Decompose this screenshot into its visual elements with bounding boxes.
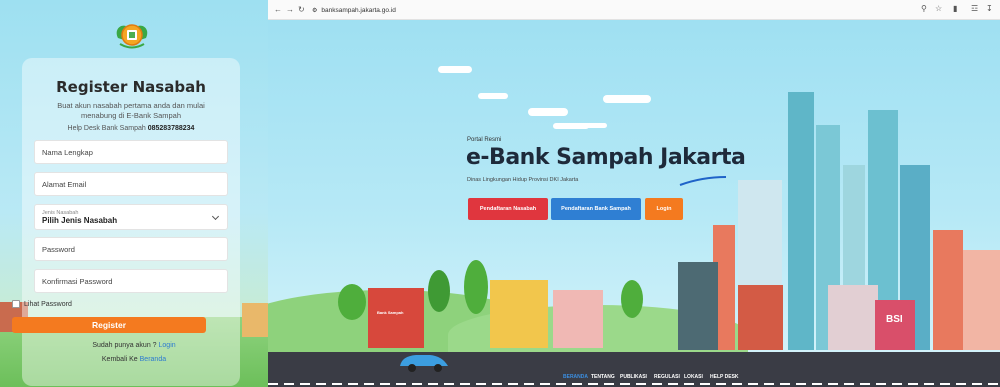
- login-button[interactable]: Login: [645, 198, 683, 220]
- extensions-icon[interactable]: ▮: [953, 4, 957, 13]
- hero-title: e-Bank Sampah Jakarta: [466, 145, 746, 170]
- tree-illustration: [428, 270, 450, 312]
- building-illustration: [678, 262, 718, 350]
- tree-illustration: [464, 260, 488, 314]
- show-password-row[interactable]: Lihat Password: [12, 300, 72, 308]
- back-arrow-icon[interactable]: ←: [274, 5, 282, 14]
- building-illustration: [933, 230, 963, 350]
- address-bar[interactable]: ⚙ banksampah.jakarta.go.id: [312, 4, 912, 16]
- building-illustration: [963, 250, 1000, 350]
- customer-type-select[interactable]: Jenis Nasabah Pilih Jenis Nasabah: [34, 204, 228, 230]
- road: [268, 352, 1000, 387]
- login-prompt-text: Sudah punya akun ?: [92, 342, 157, 349]
- tree-illustration: [338, 284, 366, 320]
- portal-label: Portal Resmi: [467, 137, 502, 143]
- car-illustration: [400, 355, 448, 372]
- back-prompt-text: Kembali Ke: [101, 356, 138, 363]
- bank-sampah-sign: Bank Sampah: [377, 310, 404, 315]
- menu-lokasi[interactable]: LOKASI: [684, 374, 703, 380]
- bsi-sign: BSI: [886, 314, 903, 325]
- cloud: [528, 108, 568, 116]
- chevron-down-icon: [211, 212, 220, 221]
- browser-toolbar: ← → ↻ ⚙ banksampah.jakarta.go.id ⚲ ☆ ▮ ☲…: [268, 0, 1000, 20]
- swoosh-decoration: [679, 176, 727, 186]
- house-illustration: [553, 290, 603, 348]
- email-placeholder: Alamat Email: [42, 179, 87, 189]
- home-link[interactable]: Beranda: [140, 356, 166, 363]
- helpdesk-number: 085283788234: [147, 125, 195, 132]
- house-illustration: [490, 280, 548, 348]
- register-bank-button[interactable]: Pendaftaran Bank Sampah: [551, 198, 641, 220]
- register-panel: Register Nasabah Buat akun nasabah perta…: [0, 0, 268, 387]
- bsi-building: BSI: [875, 300, 915, 350]
- menu-beranda[interactable]: BERANDA: [563, 374, 588, 380]
- menu-regulasi[interactable]: REGULASI: [654, 374, 680, 380]
- register-title: Register Nasabah: [56, 78, 206, 96]
- back-prompt: Kembali Ke Beranda: [0, 356, 268, 363]
- reload-icon[interactable]: ↻: [298, 5, 305, 14]
- zoom-icon[interactable]: ⚲: [921, 4, 927, 13]
- email-field[interactable]: Alamat Email: [34, 172, 228, 196]
- menu-tentang[interactable]: TENTANG: [591, 374, 615, 380]
- hero-subtitle: Dinas Lingkungan Hidup Provinsi DKI Jaka…: [467, 177, 579, 183]
- building-illustration: [738, 285, 783, 350]
- site-info-icon[interactable]: ⚙: [312, 7, 317, 14]
- show-password-label: Lihat Password: [24, 300, 72, 308]
- password-field[interactable]: Password: [34, 237, 228, 261]
- bank-sampah-house: Bank Sampah: [368, 288, 424, 348]
- forward-arrow-icon[interactable]: →: [286, 5, 294, 14]
- password-placeholder: Password: [42, 244, 75, 254]
- menu-help-desk[interactable]: HELP DESK: [710, 374, 739, 380]
- register-customer-button[interactable]: Pendaftaran Nasabah: [468, 198, 548, 220]
- download-icon[interactable]: ↧: [986, 4, 993, 13]
- helpdesk-text: Help Desk Bank Sampah 085283788234: [22, 125, 240, 132]
- helpdesk-label: Help Desk Bank Sampah: [67, 125, 146, 132]
- register-button[interactable]: Register: [12, 317, 206, 333]
- cloud: [603, 95, 651, 103]
- customer-type-value: Pilih Jenis Nasabah: [42, 215, 118, 225]
- bank-sampah-logo: [116, 24, 148, 49]
- star-icon[interactable]: ☆: [935, 4, 942, 13]
- landing-panel: ← → ↻ ⚙ banksampah.jakarta.go.id ⚲ ☆ ▮ ☲…: [268, 0, 1000, 387]
- house-illustration: [242, 303, 268, 337]
- url-text: banksampah.jakarta.go.id: [321, 6, 396, 14]
- menu-publikasi[interactable]: PUBLIKASI: [620, 374, 647, 380]
- cloud: [583, 123, 607, 128]
- confirm-password-field[interactable]: Konfirmasi Password: [34, 269, 228, 293]
- screen: Register Nasabah Buat akun nasabah perta…: [0, 0, 1000, 387]
- tree-illustration: [621, 280, 643, 318]
- login-link[interactable]: Login: [159, 342, 176, 349]
- building-illustration: [788, 92, 814, 350]
- register-description: Buat akun nasabah pertama anda dan mulai…: [57, 101, 205, 120]
- login-prompt: Sudah punya akun ? Login: [0, 342, 268, 349]
- road-lines: [268, 383, 1000, 385]
- name-field[interactable]: Nama Lengkap: [34, 140, 228, 164]
- translate-icon[interactable]: ☲: [971, 4, 978, 13]
- show-password-checkbox[interactable]: [12, 300, 20, 308]
- confirm-password-placeholder: Konfirmasi Password: [42, 276, 113, 286]
- name-placeholder: Nama Lengkap: [42, 147, 93, 157]
- cloud: [478, 93, 508, 99]
- cloud: [438, 66, 472, 73]
- building-illustration: [828, 285, 878, 350]
- register-card: Register Nasabah Buat akun nasabah perta…: [22, 58, 240, 386]
